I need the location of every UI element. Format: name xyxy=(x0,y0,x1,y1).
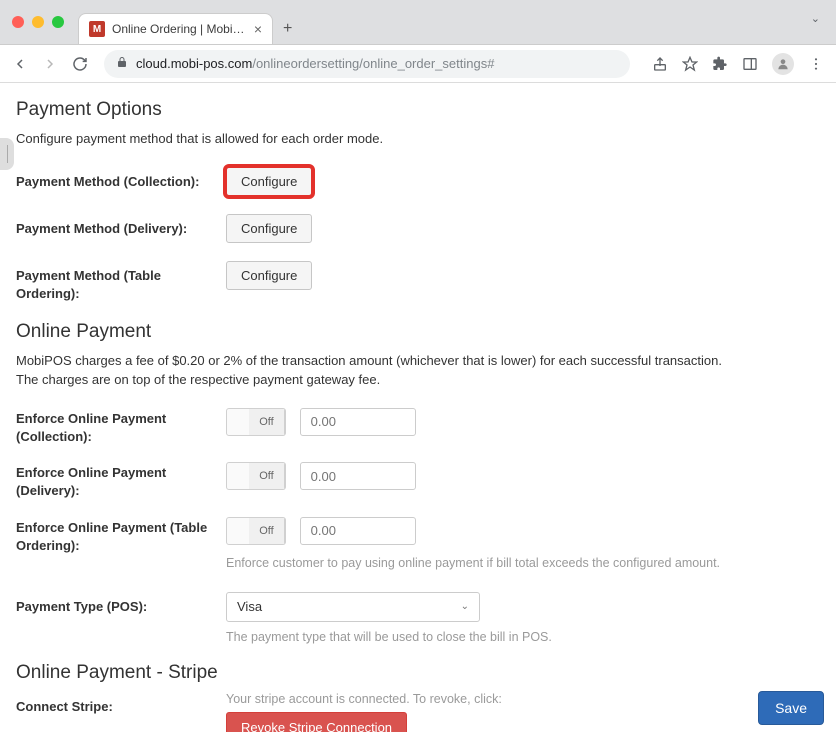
save-button[interactable]: Save xyxy=(758,691,824,725)
payment-type-help-text: The payment type that will be used to cl… xyxy=(226,630,820,644)
reload-button[interactable] xyxy=(72,56,88,72)
configure-table-button[interactable]: Configure xyxy=(226,261,312,290)
enforce-delivery-toggle[interactable]: Off xyxy=(226,462,286,490)
tab-close-icon[interactable]: × xyxy=(254,21,262,37)
window-maximize-btn[interactable] xyxy=(52,16,64,28)
chevron-down-icon: ⌄ xyxy=(461,601,469,612)
url-text: cloud.mobi-pos.com/onlineordersetting/on… xyxy=(136,56,494,71)
menu-icon[interactable] xyxy=(808,56,824,72)
address-bar[interactable]: cloud.mobi-pos.com/onlineordersetting/on… xyxy=(104,50,630,78)
tab-favicon: M xyxy=(89,21,105,37)
enforce-collection-label: Enforce Online Payment (Collection): xyxy=(16,408,226,446)
new-tab-button[interactable]: + xyxy=(283,20,292,44)
panel-icon[interactable] xyxy=(742,56,758,72)
configure-delivery-button[interactable]: Configure xyxy=(226,214,312,243)
window-minimize-btn[interactable] xyxy=(32,16,44,28)
enforce-table-toggle[interactable]: Off xyxy=(226,517,286,545)
share-icon[interactable] xyxy=(652,56,668,72)
revoke-stripe-button[interactable]: Revoke Stripe Connection xyxy=(226,712,407,732)
enforce-delivery-amount-input[interactable] xyxy=(300,462,416,490)
window-close-btn[interactable] xyxy=(12,16,24,28)
enforce-table-amount-input[interactable] xyxy=(300,517,416,545)
online-payment-title: Online Payment xyxy=(16,321,820,343)
stripe-status-text: Your stripe account is connected. To rev… xyxy=(226,692,820,706)
enforce-help-text: Enforce customer to pay using online pay… xyxy=(226,556,820,570)
enforce-collection-amount-input[interactable] xyxy=(300,408,416,436)
forward-button[interactable] xyxy=(42,56,58,72)
connect-stripe-label: Connect Stripe: xyxy=(16,692,226,716)
stripe-section-title: Online Payment - Stripe xyxy=(16,662,820,684)
payment-method-collection-label: Payment Method (Collection): xyxy=(16,167,226,191)
payment-options-title: Payment Options xyxy=(16,99,820,121)
payment-method-delivery-label: Payment Method (Delivery): xyxy=(16,214,226,238)
extensions-icon[interactable] xyxy=(712,56,728,72)
configure-collection-button[interactable]: Configure xyxy=(226,167,312,196)
payment-method-table-label: Payment Method (Table Ordering): xyxy=(16,261,226,303)
tab-title: Online Ordering | MobiPOS xyxy=(112,22,247,36)
back-button[interactable] xyxy=(12,56,28,72)
online-payment-description: MobiPOS charges a fee of $0.20 or 2% of … xyxy=(16,351,820,390)
enforce-table-label: Enforce Online Payment (Table Ordering): xyxy=(16,517,226,555)
payment-type-label: Payment Type (POS): xyxy=(16,592,226,616)
payment-options-description: Configure payment method that is allowed… xyxy=(16,129,820,149)
bookmark-icon[interactable] xyxy=(682,56,698,72)
payment-type-select[interactable]: Visa ⌄ xyxy=(226,592,480,622)
lock-icon xyxy=(116,56,128,71)
enforce-collection-toggle[interactable]: Off xyxy=(226,408,286,436)
enforce-delivery-label: Enforce Online Payment (Delivery): xyxy=(16,462,226,500)
chevron-down-icon[interactable]: ⌄ xyxy=(811,12,820,25)
profile-avatar[interactable] xyxy=(772,53,794,75)
browser-tab[interactable]: M Online Ordering | MobiPOS × xyxy=(78,13,273,44)
